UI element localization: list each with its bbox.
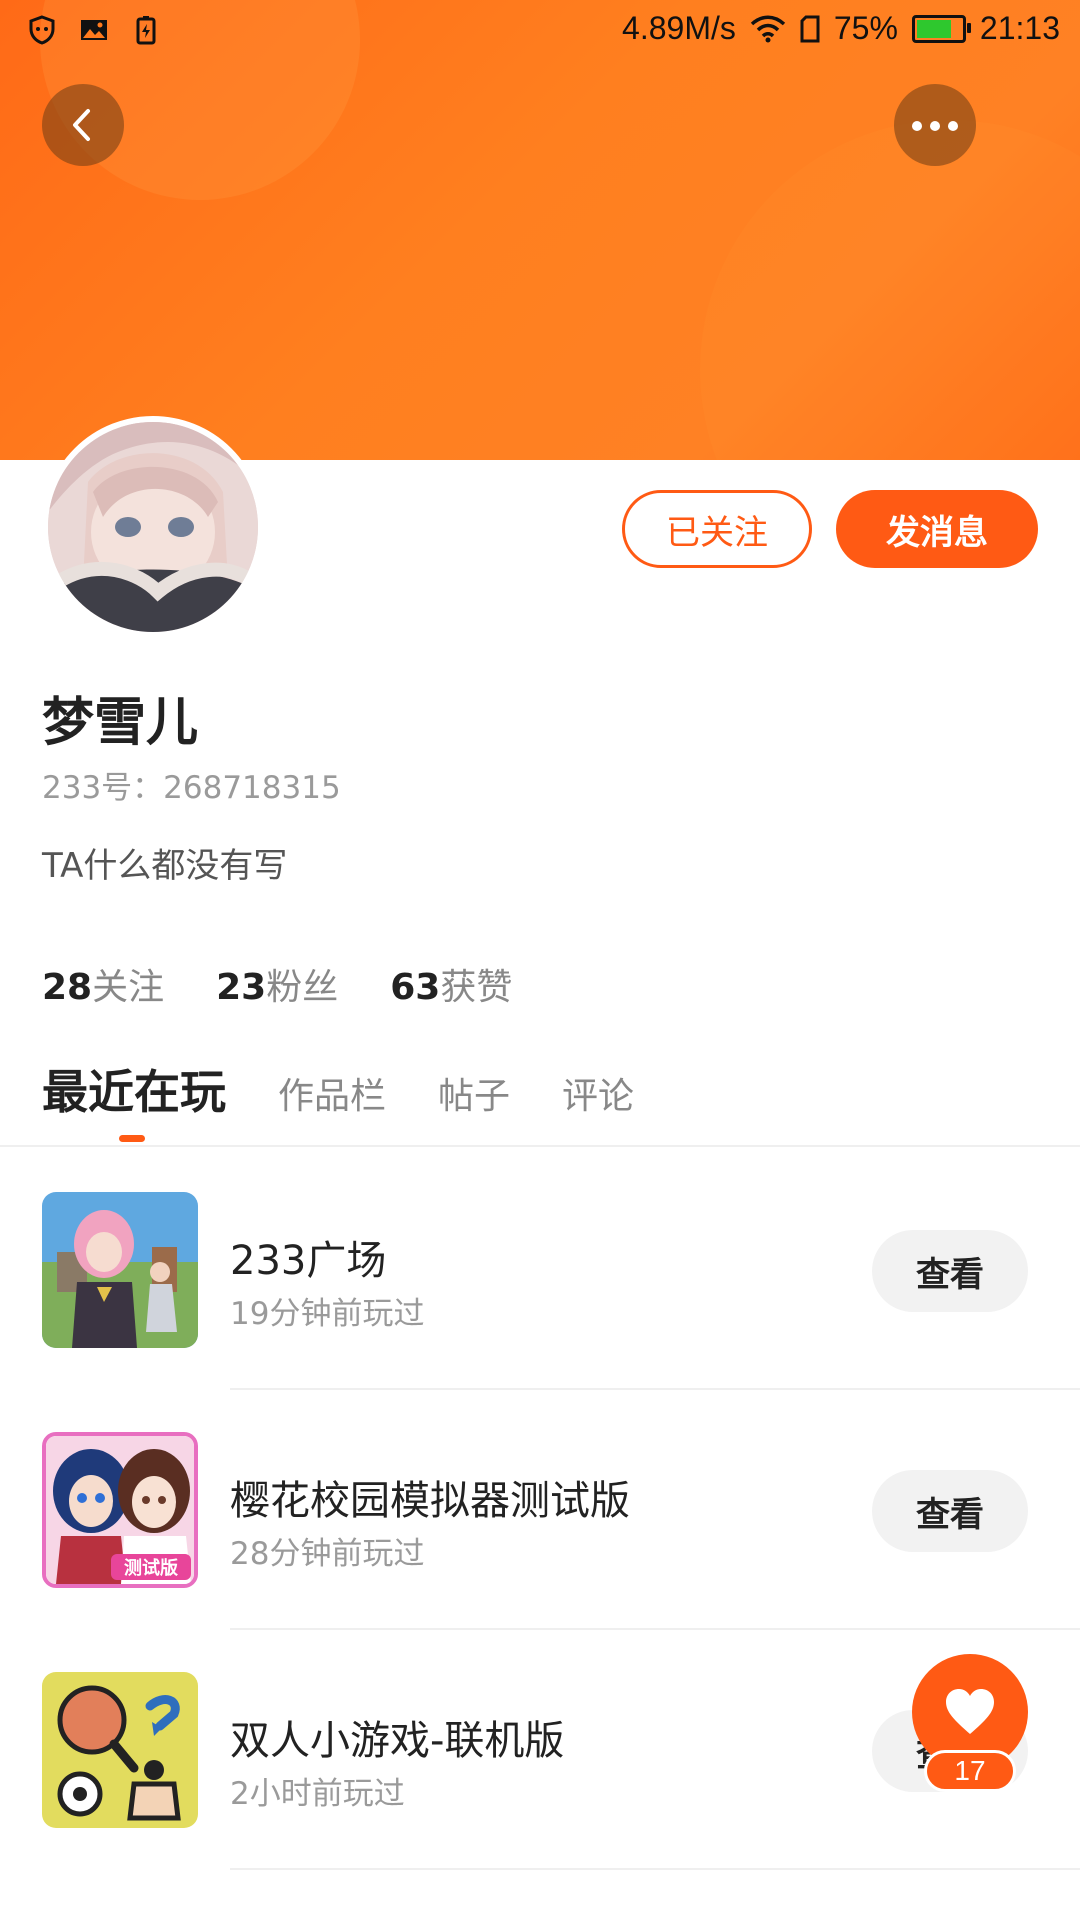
stat-label: 关注 [92, 967, 165, 1008]
following-count[interactable]: 28关注 [42, 958, 164, 1010]
battery-saver-icon [136, 16, 156, 45]
username: 梦雪儿 [42, 693, 199, 753]
status-left-icons [26, 14, 162, 46]
stat-label: 获赞 [440, 967, 513, 1008]
status-right-info: 4.89M/s 75% 21:13 [622, 10, 1060, 47]
back-button[interactable] [42, 84, 124, 166]
likes-count[interactable]: 63获赞 [390, 958, 512, 1010]
clock: 21:13 [979, 10, 1060, 46]
more-dots-icon [908, 116, 962, 135]
tab-works[interactable]: 作品栏 [278, 1067, 386, 1119]
list-item[interactable]: 双人小游戏-联机版 2小时前玩过 查看 [0, 1630, 1080, 1870]
profile-banner [0, 0, 1080, 460]
stat-value: 63 [390, 967, 441, 1008]
image-icon [81, 20, 107, 40]
more-button[interactable] [894, 84, 976, 166]
chevron-left-icon [73, 109, 90, 141]
last-played: 2小时前玩过 [230, 1776, 405, 1812]
battery-percent: 75% [833, 10, 898, 46]
tab-comments[interactable]: 评论 [562, 1067, 634, 1119]
status-bar: 4.89M/s 75% 21:13 [0, 0, 1080, 62]
game-name: 双人小游戏-联机版 [230, 1718, 565, 1764]
wifi-icon [750, 15, 786, 42]
shield-icon [29, 15, 55, 45]
following-button[interactable]: 已关注 [622, 490, 812, 568]
game-name: 樱花校园模拟器测试版 [230, 1478, 630, 1524]
banner-decoration [700, 120, 1080, 460]
active-tab-indicator [119, 1135, 145, 1142]
tab-recently-played[interactable]: 最近在玩 [42, 1056, 226, 1122]
followers-count[interactable]: 23粉丝 [216, 958, 338, 1010]
last-played: 19分钟前玩过 [230, 1296, 425, 1332]
like-count-badge: 17 [924, 1750, 1016, 1792]
tab-posts[interactable]: 帖子 [438, 1067, 510, 1119]
battery-icon [911, 14, 971, 43]
stat-value: 28 [42, 967, 93, 1008]
avatar-image [48, 422, 258, 632]
profile-stats: 28关注 23粉丝 63获赞 [42, 958, 512, 1010]
view-button[interactable]: 查看 [872, 1230, 1028, 1312]
game-name: 233广场 [230, 1238, 387, 1284]
heart-icon [946, 1689, 994, 1734]
game-icon [42, 1672, 198, 1828]
divider [0, 1145, 1080, 1147]
game-icon [42, 1192, 198, 1348]
svg-text:测试版: 测试版 [124, 1557, 178, 1579]
game-icon: 测试版 [42, 1432, 198, 1588]
stat-label: 粉丝 [266, 967, 339, 1008]
send-message-button[interactable]: 发消息 [836, 490, 1038, 568]
battery-level [916, 19, 951, 38]
view-button[interactable]: 查看 [872, 1470, 1028, 1552]
stat-value: 23 [216, 967, 267, 1008]
user-bio: TA什么都没有写 [42, 846, 288, 886]
last-played: 28分钟前玩过 [230, 1536, 425, 1572]
network-speed: 4.89M/s [622, 10, 736, 46]
user-id: 233号：268718315 [42, 770, 341, 806]
list-item[interactable]: 测试版 樱花校园模拟器测试版 28分钟前玩过 查看 [0, 1390, 1080, 1630]
divider [230, 1868, 1080, 1870]
profile-tabs: 最近在玩 作品栏 帖子 评论 [42, 1056, 634, 1122]
avatar[interactable] [42, 416, 264, 638]
sim-icon [800, 15, 820, 42]
list-item[interactable]: 233广场 19分钟前玩过 查看 [0, 1150, 1080, 1390]
